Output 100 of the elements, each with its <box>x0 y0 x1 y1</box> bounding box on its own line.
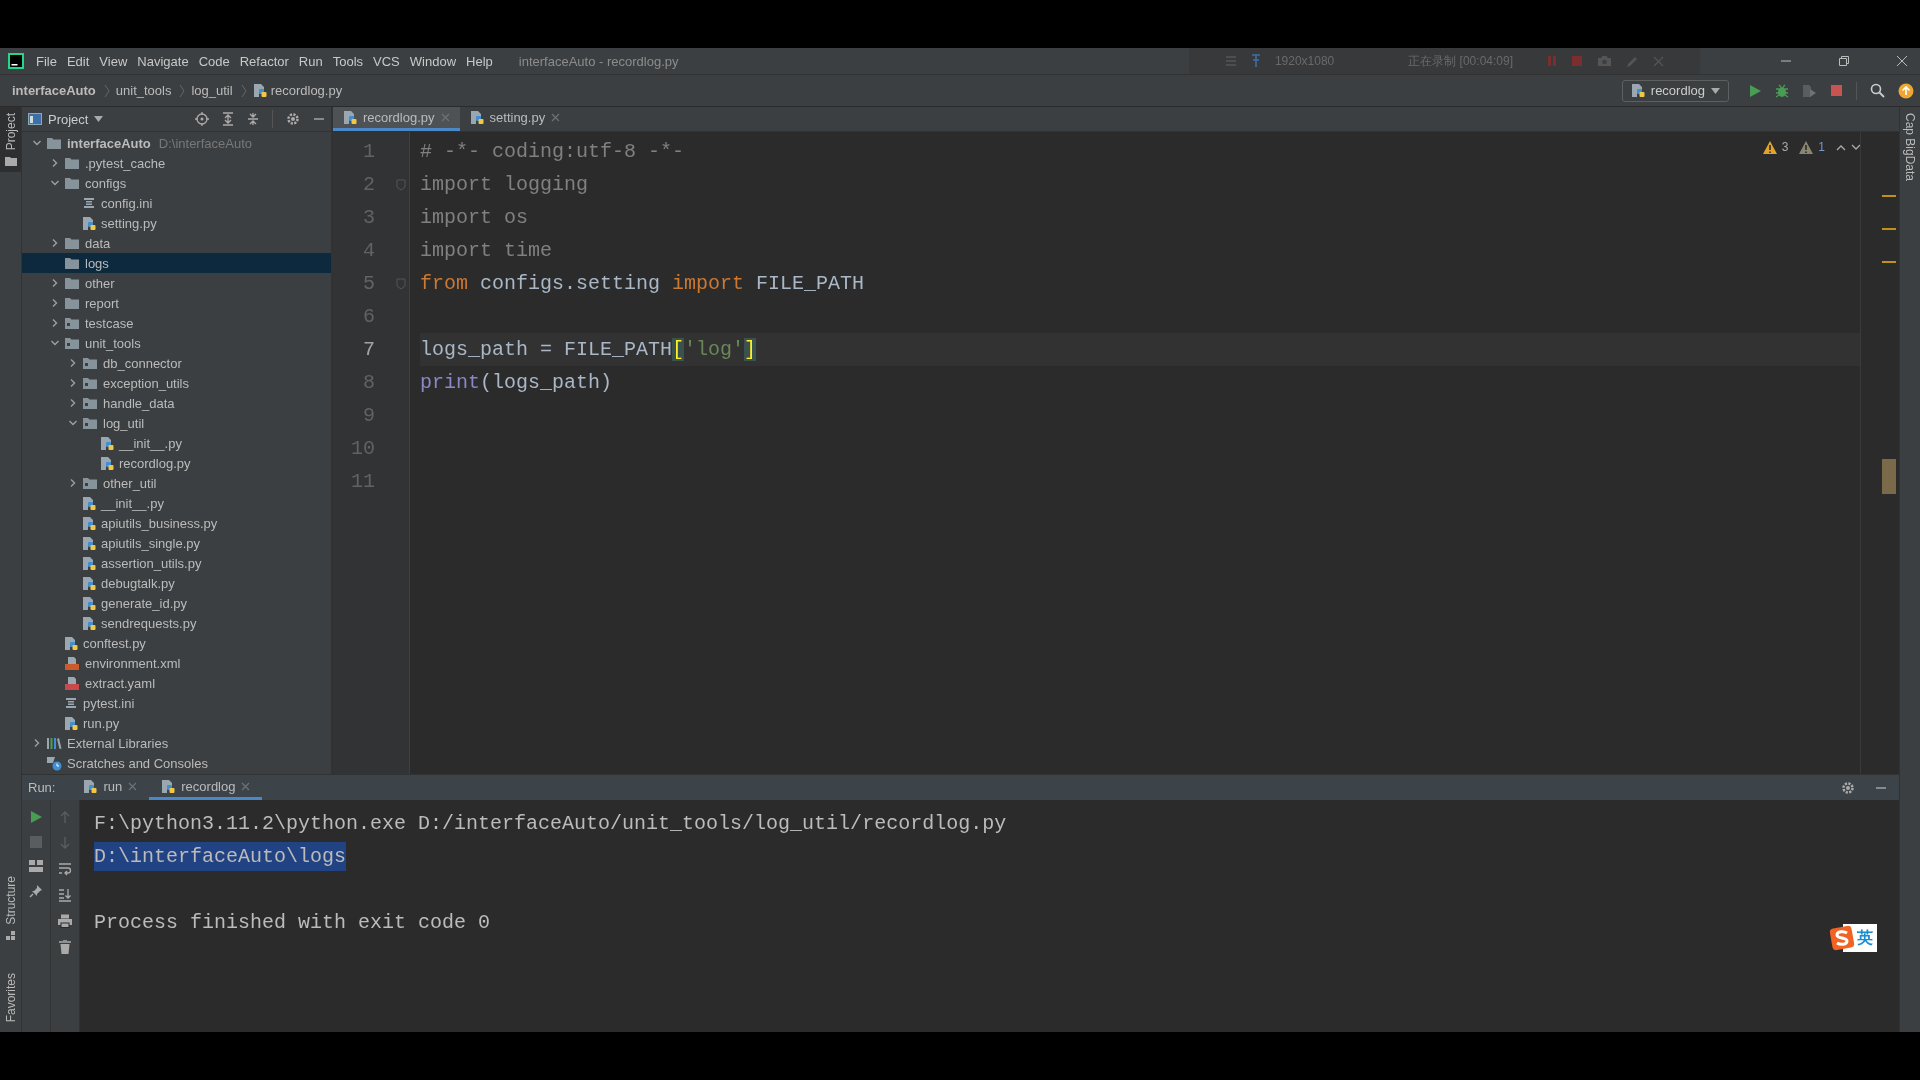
warning-marker[interactable] <box>1882 261 1896 263</box>
menu-item[interactable]: VCS <box>373 53 400 69</box>
tree-item[interactable]: other <box>22 273 331 293</box>
close-icon[interactable] <box>1896 55 1908 67</box>
tool-window-tab[interactable]: Project <box>0 107 21 173</box>
tree-item[interactable]: interfaceAuto D:\interfaceAuto <box>22 133 331 153</box>
fold-marker-icon[interactable] <box>396 178 406 191</box>
chevron-up-icon[interactable] <box>1836 143 1846 151</box>
menu-item[interactable]: Edit <box>66 53 90 69</box>
menu-item[interactable]: View <box>99 53 128 69</box>
pin-icon[interactable] <box>1250 54 1261 68</box>
trash-icon[interactable] <box>59 940 71 954</box>
breadcrumb[interactable]: log_util <box>191 83 233 98</box>
tree-item[interactable]: apiutils_business.py <box>22 513 331 533</box>
tree-item[interactable]: report <box>22 293 331 313</box>
menu-item[interactable]: Code <box>198 53 230 69</box>
fold-marker-icon[interactable] <box>396 277 406 290</box>
run-icon[interactable] <box>1748 83 1762 98</box>
coverage-icon[interactable] <box>1802 83 1817 98</box>
menu-item[interactable]: Window <box>409 53 457 69</box>
tree-item[interactable]: apiutils_single.py <box>22 533 331 553</box>
menu-item[interactable]: Help <box>466 53 493 69</box>
rerun-icon[interactable] <box>29 810 43 824</box>
scrollbar-thumb[interactable] <box>1882 459 1896 494</box>
restore-icon[interactable] <box>1838 55 1850 67</box>
tree-item[interactable]: __init__.py <box>22 493 331 513</box>
menu-item[interactable]: Run <box>298 53 323 69</box>
tree-item[interactable]: handle_data <box>22 393 331 413</box>
tree-item[interactable]: other_util <box>22 473 331 493</box>
tree-item[interactable]: testcase <box>22 313 331 333</box>
warning-icon <box>1799 140 1814 154</box>
panel-title: Run: <box>28 780 56 795</box>
tree-item[interactable]: __init__.py <box>22 433 331 453</box>
locate-icon[interactable] <box>195 112 209 126</box>
warning-marker[interactable] <box>1882 195 1896 197</box>
breadcrumb[interactable]: interfaceAuto <box>12 83 96 98</box>
collapse-all-icon[interactable] <box>247 112 259 126</box>
python-file-icon <box>100 455 114 471</box>
soft-wrap-icon[interactable] <box>58 862 72 876</box>
breadcrumb[interactable]: recordlog.py <box>270 83 343 98</box>
stop-icon[interactable] <box>1830 84 1843 97</box>
settings-icon[interactable] <box>1841 780 1855 795</box>
tree-item[interactable]: setting.py <box>22 213 331 233</box>
tree-item[interactable]: configs <box>22 173 331 193</box>
run-configuration-dropdown[interactable]: recordlog <box>1621 79 1729 102</box>
breadcrumb[interactable]: unit_tools <box>115 83 172 98</box>
tool-window-tab[interactable]: Favorites <box>0 966 21 1028</box>
console-line: F:\python3.11.2\python.exe D:/interfaceAuto/unit_tools/log_util/recordlog.py <box>94 811 1007 837</box>
tree-item[interactable]: unit_tools <box>22 333 331 353</box>
menu-item[interactable]: Tools <box>332 53 364 69</box>
chevron-icon <box>103 83 110 98</box>
update-icon[interactable] <box>1898 82 1914 99</box>
tree-item[interactable]: db_connector <box>22 353 331 373</box>
tree-item[interactable]: config.ini <box>22 193 331 213</box>
chevron-icon <box>240 83 247 98</box>
python-file-icon <box>469 110 484 125</box>
chevron-down-icon[interactable] <box>1851 143 1861 151</box>
input-method-indicator[interactable]: 英 <box>1829 924 1877 952</box>
tool-window-tab[interactable]: Structure <box>0 869 21 947</box>
expand-all-icon[interactable] <box>222 112 234 126</box>
tree-item[interactable]: sendrequests.py <box>22 613 331 633</box>
tree-item[interactable]: assertion_utils.py <box>22 553 331 573</box>
caret-icon <box>94 116 104 122</box>
warning-marker[interactable] <box>1882 228 1896 230</box>
tool-window-tab[interactable]: Cap BigData <box>1900 107 1920 188</box>
menu-item[interactable]: File <box>36 53 57 69</box>
tree-item[interactable]: conftest.py <box>22 633 331 653</box>
tree-item[interactable]: extract.yaml <box>22 673 331 693</box>
search-icon[interactable] <box>1870 83 1885 98</box>
node-label: other <box>85 275 115 291</box>
tree-item[interactable]: log_util <box>22 413 331 433</box>
python-file-icon <box>82 615 96 631</box>
tree-item[interactable]: pytest.ini <box>22 693 331 713</box>
menu-item[interactable]: Navigate <box>137 53 189 69</box>
editor-tab[interactable]: recordlog.py <box>333 107 460 131</box>
pin-icon[interactable] <box>29 884 43 898</box>
tree-item[interactable]: run.py <box>22 713 331 733</box>
code-line: logs_path = FILE_PATH['log'] <box>420 338 757 361</box>
menu-item[interactable]: Refactor <box>239 53 289 69</box>
scroll-to-end-icon[interactable] <box>58 888 72 902</box>
tree-item[interactable]: External Libraries <box>22 733 331 753</box>
tree-item[interactable]: generate_id.py <box>22 593 331 613</box>
tree-item[interactable]: environment.xml <box>22 653 331 673</box>
tree-item[interactable]: data <box>22 233 331 253</box>
tree-item[interactable]: Scratches and Consoles <box>22 753 331 773</box>
tree-item[interactable]: debugtalk.py <box>22 573 331 593</box>
print-icon[interactable] <box>58 914 72 928</box>
tree-item[interactable]: exception_utils <box>22 373 331 393</box>
settings-icon[interactable] <box>286 112 300 126</box>
project-view-dropdown[interactable]: Project <box>28 111 104 127</box>
layout-icon[interactable] <box>29 860 43 872</box>
node-label: sendrequests.py <box>101 615 197 631</box>
run-tab[interactable]: run <box>71 775 150 800</box>
warning-count[interactable]: 1 <box>1818 140 1825 154</box>
tree-item[interactable]: .pytest_cache <box>22 153 331 173</box>
warning-count[interactable]: 3 <box>1781 140 1789 154</box>
tree-item[interactable]: logs <box>22 253 331 273</box>
tree-item[interactable]: recordlog.py <box>22 453 331 473</box>
editor-tab[interactable]: setting.py <box>459 107 571 131</box>
bug-icon[interactable] <box>1775 83 1789 98</box>
